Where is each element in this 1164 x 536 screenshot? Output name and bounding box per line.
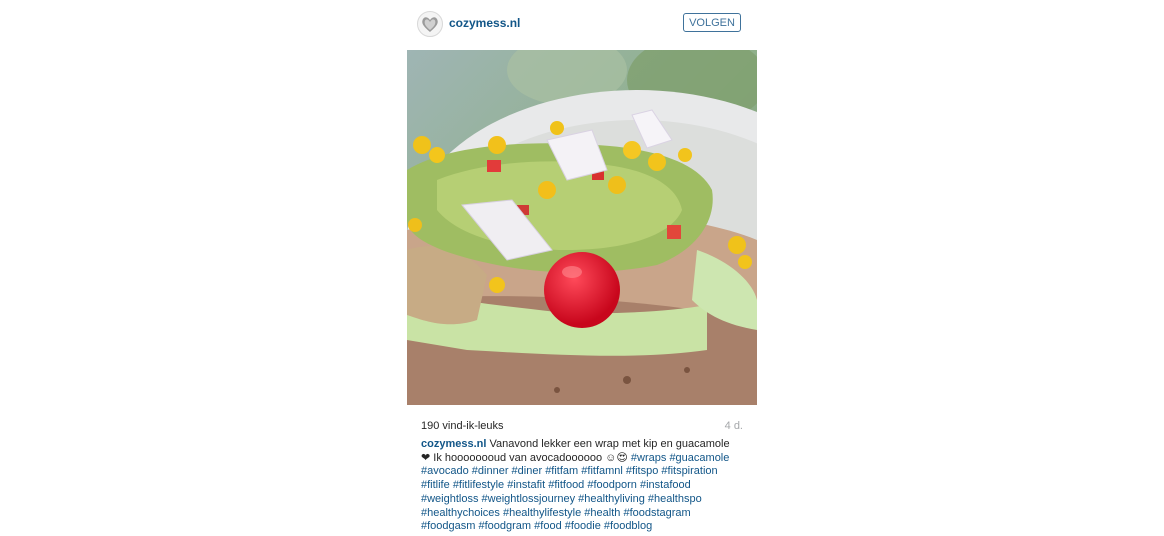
hashtag-link[interactable]: #healthyliving bbox=[578, 493, 645, 505]
post-age[interactable]: 4 d. bbox=[725, 420, 743, 432]
hashtag-link[interactable]: #instafood bbox=[640, 479, 691, 491]
hashtag-link[interactable]: #instafit bbox=[507, 479, 545, 491]
hashtag-link[interactable]: #foodblog bbox=[604, 520, 652, 532]
hashtag-link[interactable]: #foodgasm bbox=[421, 520, 475, 532]
hashtag-link[interactable]: #weightloss bbox=[421, 493, 478, 505]
hashtag-link[interactable]: #healthspo bbox=[648, 493, 702, 505]
hashtag-link[interactable]: #health bbox=[584, 507, 620, 519]
hashtag-link[interactable]: #healthylifestyle bbox=[503, 507, 581, 519]
hashtag-link[interactable]: #food bbox=[534, 520, 562, 532]
hashtag-link[interactable]: #fitlifestyle bbox=[453, 479, 504, 491]
post-header: cozymess.nl VOLGEN bbox=[407, 0, 757, 50]
hashtag-link[interactable]: #fitlife bbox=[421, 479, 450, 491]
hashtag-link[interactable]: #diner bbox=[512, 465, 543, 477]
hashtag-link[interactable]: #fitfam bbox=[545, 465, 578, 477]
hashtag-link[interactable]: #foodstagram bbox=[623, 507, 690, 519]
hashtag-link[interactable]: #foodgram bbox=[479, 520, 532, 532]
hashtag-link[interactable]: #foodie bbox=[565, 520, 601, 532]
caption-text-2: Ik hoooooooud van avocadoooooo ☺😍 bbox=[430, 451, 631, 464]
hashtag-link[interactable]: #foodporn bbox=[587, 479, 637, 491]
heart-icon: ❤ bbox=[421, 451, 431, 464]
hashtag-link[interactable]: #fitfood bbox=[548, 479, 584, 491]
post-photo[interactable] bbox=[407, 50, 757, 405]
follow-button[interactable]: VOLGEN bbox=[683, 13, 741, 32]
hashtag-link[interactable]: #fitspo bbox=[626, 465, 658, 477]
hashtag-link[interactable]: #wraps bbox=[631, 452, 666, 464]
hashtag-link[interactable]: #fitfamnl bbox=[581, 465, 623, 477]
caption-text-1: Vanavond lekker een wrap met kip en guac… bbox=[486, 438, 730, 450]
likes-count[interactable]: 190 vind-ik-leuks bbox=[421, 420, 504, 432]
avatar[interactable] bbox=[417, 11, 443, 37]
hashtag-link[interactable]: #guacamole bbox=[669, 452, 729, 464]
instagram-post: cozymess.nl VOLGEN 190 vind-ik-leuks 4 d… bbox=[407, 0, 757, 536]
hashtag-link[interactable]: #avocado bbox=[421, 465, 469, 477]
username-link[interactable]: cozymess.nl bbox=[449, 16, 520, 30]
hashtag-link[interactable]: #weightlossjourney bbox=[482, 493, 576, 505]
hashtag-link[interactable]: #dinner bbox=[472, 465, 509, 477]
hashtag-link[interactable]: #fitspiration bbox=[661, 465, 717, 477]
caption-username[interactable]: cozymess.nl bbox=[421, 438, 486, 450]
hashtag-link[interactable]: #healthychoices bbox=[421, 507, 500, 519]
post-caption: cozymess.nl Vanavond lekker een wrap met… bbox=[421, 438, 743, 534]
